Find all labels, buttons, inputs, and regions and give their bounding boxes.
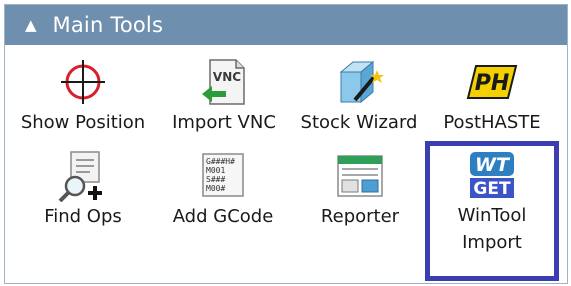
add-gcode-label: Add GCode <box>172 206 274 227</box>
gcode-icon-line-1: G###H# <box>206 157 235 166</box>
wintool-import-label-2: Import <box>462 232 522 253</box>
gcode-icon: G###H# M001 S### M00# <box>202 153 244 197</box>
vnc-import-icon: VNC <box>202 59 245 105</box>
gcode-icon-line-4: M00# <box>206 184 225 193</box>
stock-wizard-icon <box>339 60 384 104</box>
show-position-button[interactable]: Show Position <box>10 56 156 138</box>
posthaste-label: PostHASTE <box>443 112 541 133</box>
wintool-get-icon: WT GET <box>470 152 514 199</box>
vnc-icon-text: VNC <box>213 70 241 84</box>
gcode-icon-line-2: M001 <box>206 166 225 175</box>
caret-up-icon[interactable]: ▲ <box>25 17 37 33</box>
wintool-import-button[interactable]: WT GET WinTool Import <box>432 150 552 256</box>
import-vnc-button[interactable]: VNC Import VNC <box>162 56 286 138</box>
posthaste-button[interactable]: PH PostHASTE <box>428 56 556 138</box>
show-position-label: Show Position <box>20 112 146 133</box>
reporter-icon <box>337 155 383 197</box>
find-ops-label: Find Ops <box>44 206 122 227</box>
stock-wizard-button[interactable]: Stock Wizard <box>292 56 426 138</box>
add-gcode-button[interactable]: G###H# M001 S### M00# Add GCode <box>160 150 286 232</box>
reporter-label: Reporter <box>320 206 400 227</box>
find-ops-icon <box>58 151 102 202</box>
stock-wizard-label: Stock Wizard <box>300 112 418 133</box>
import-vnc-label: Import VNC <box>172 112 276 133</box>
wintool-icon-bottom: GET <box>473 179 511 199</box>
wintool-import-label-1: WinTool <box>457 205 527 226</box>
crosshair-icon <box>61 60 105 104</box>
wintool-icon-top: WT <box>475 154 511 176</box>
posthaste-icon-text: PH <box>475 71 510 96</box>
reporter-button[interactable]: Reporter <box>300 150 420 232</box>
posthaste-icon: PH <box>466 65 518 99</box>
gcode-icon-line-3: S### <box>206 175 225 184</box>
panel-header[interactable]: ▲ Main Tools <box>5 5 567 45</box>
panel-title: Main Tools <box>52 13 164 37</box>
find-ops-button[interactable]: Find Ops <box>30 150 136 232</box>
